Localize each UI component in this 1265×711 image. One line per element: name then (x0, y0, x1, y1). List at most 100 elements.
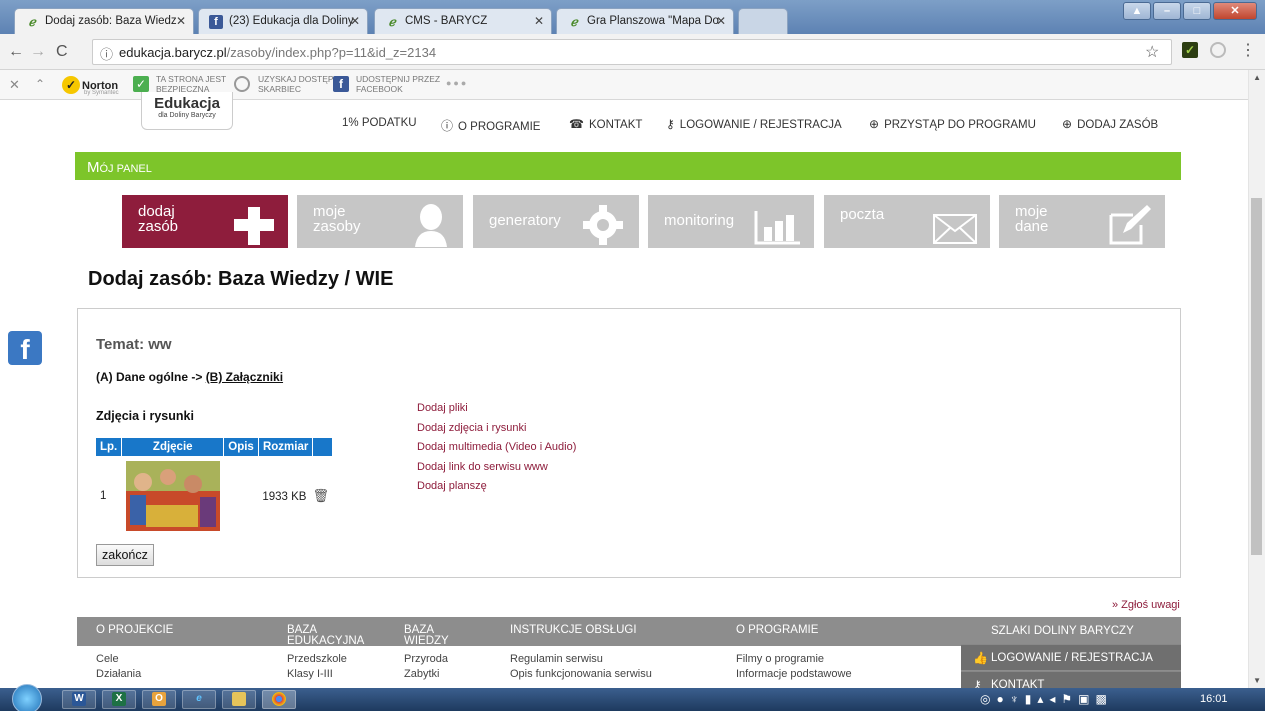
page-scrollbar[interactable]: ▲ ▼ (1248, 70, 1265, 688)
menu-dots-icon[interactable]: ⋮ (1240, 40, 1256, 60)
baryczy-leaf-icon: ℯ (388, 15, 396, 29)
footer-link[interactable]: Regulamin serwisu (510, 653, 603, 665)
nav-1-procent-podatku[interactable]: 1% PODATKU (342, 117, 417, 129)
tab-facebook[interactable]: f (23) Edukacja dla Doliny ✕ (198, 8, 368, 34)
footer-link[interactable]: Przedszkole (287, 653, 347, 665)
clock[interactable]: 16:01 (1200, 693, 1228, 705)
share-facebook[interactable]: UDOSTĘPNIJ PRZEZ FACEBOOK (356, 74, 440, 94)
safe-check-icon: ✓ (133, 76, 149, 92)
facebook-icon[interactable]: f (8, 331, 42, 365)
footer-link[interactable]: Opis funkcjonowania serwisu (510, 668, 652, 680)
close-icon[interactable]: ✕ (534, 14, 544, 28)
back-arrow-icon[interactable]: ← (8, 43, 24, 61)
start-button[interactable] (12, 684, 42, 711)
internet-explorer-icon[interactable]: e (182, 690, 216, 709)
extension-icon[interactable] (1210, 42, 1226, 58)
close-icon[interactable]: ✕ (716, 14, 726, 28)
table-header-row: Lp. Zdjęcie Opis Rozmiar (96, 438, 334, 456)
bar-chart-icon (754, 211, 800, 245)
address-toolbar: ← → C ⓘ edukacja.barycz.pl/zasoby/index.… (0, 34, 1265, 70)
tab-title: (23) Edukacja dla Doliny (229, 15, 354, 27)
facebook-icon: f (209, 15, 223, 29)
tile-monitoring[interactable]: monitoring (648, 195, 814, 248)
tab-gra-planszowa[interactable]: ℯ Gra Planszowa "Mapa Do ✕ (556, 8, 734, 34)
more-dots-icon[interactable]: ●●● (446, 78, 468, 88)
finish-button[interactable]: zakończ (96, 544, 154, 566)
footer-link[interactable]: Informacje podstawowe (736, 668, 852, 680)
report-feedback-link[interactable]: » Zgłoś uwagi (1112, 599, 1180, 611)
tab-dodaj-zasob[interactable]: ℯ Dodaj zasób: Baza Wiedz ✕ (14, 8, 194, 34)
norton-extension-icon[interactable]: ✓ (1182, 42, 1198, 58)
plus-icon (234, 207, 274, 245)
close-icon[interactable]: ✕ (350, 14, 360, 28)
new-tab-button[interactable] (738, 8, 788, 34)
breadcrumb-step-b-link[interactable]: (B) Załączniki (206, 370, 283, 384)
nav-kontakt[interactable]: ☎ KONTAKT (569, 117, 642, 131)
chevron-up-icon[interactable]: ⌃ (35, 77, 45, 91)
maximize-button[interactable]: □ (1183, 2, 1211, 20)
chrome-icon[interactable] (262, 690, 296, 709)
facebook-icon: f (333, 76, 349, 92)
size-cell: 1933 KB 🗑 (258, 456, 333, 536)
column-header: Rozmiar (258, 438, 314, 456)
tile-dodaj-zasob[interactable]: dodaj zasób (122, 195, 288, 248)
url-host: edukacja.barycz.pl (119, 45, 227, 60)
add-www-link[interactable]: Dodaj link do serwisu www (417, 458, 576, 478)
scroll-down-arrow-icon[interactable]: ▼ (1253, 676, 1261, 685)
close-window-button[interactable]: ✕ (1213, 2, 1257, 20)
system-tray-icons[interactable]: ◎●♆▮▴◂⚑▣▩ (980, 692, 1113, 706)
info-icon[interactable]: ⓘ (100, 44, 113, 63)
photo-thumbnail[interactable] (125, 461, 220, 531)
window-controls: ▲ – □ ✕ (1121, 2, 1257, 22)
file-explorer-icon[interactable] (222, 690, 256, 709)
forward-arrow-icon[interactable]: → (30, 43, 46, 61)
tab-cms-barycz[interactable]: ℯ CMS - BARYCZ ✕ (374, 8, 552, 34)
tab-title: Gra Planszowa "Mapa Do (587, 15, 719, 27)
scroll-up-arrow-icon[interactable]: ▲ (1253, 73, 1261, 82)
nav-dodaj-zasob[interactable]: ⊕ DODAJ ZASÓB (1062, 117, 1158, 131)
nav-przystap[interactable]: ⊕ PRZYSTĄP DO PROGRAMU (869, 117, 1036, 131)
footer-link[interactable]: Cele (96, 653, 119, 665)
footer-contact-button[interactable]: ⚷ KONTAKT (961, 671, 1181, 688)
footer-heading: O PROGRAMIE (736, 624, 819, 636)
tile-moje-zasoby[interactable]: moje zasoby (297, 195, 463, 248)
person-icon[interactable]: ▲ (1123, 2, 1151, 20)
footer-heading: BAZA WIEDZY (404, 624, 449, 647)
footer-link[interactable]: Działania (96, 668, 141, 680)
nav-o-programie[interactable]: ⓘ O PROGRAMIE (441, 117, 540, 134)
scroll-thumb[interactable] (1251, 198, 1262, 555)
page-title: Dodaj zasób: Baza Wiedzy / WIE (88, 268, 394, 290)
close-icon[interactable]: ✕ (9, 77, 20, 93)
footer-login-button[interactable]: 👍 LOGOWANIE / REJESTRACJA (961, 644, 1181, 670)
outlook-icon[interactable]: O (142, 690, 176, 709)
add-files-link[interactable]: Dodaj pliki (417, 399, 576, 419)
tile-moje-dane[interactable]: moje dane (999, 195, 1165, 248)
url-path: /zasoby/index.php?p=11&id_z=2134 (226, 45, 437, 60)
vault-access[interactable]: UZYSKAJ DOSTĘP SKARBIEC (258, 74, 334, 94)
bookmark-star-icon[interactable]: ☆ (1145, 42, 1159, 62)
footer-link[interactable]: Filmy o programie (736, 653, 824, 665)
tile-generatory[interactable]: generatory (473, 195, 639, 248)
trash-icon[interactable]: 🗑 (312, 488, 329, 503)
reload-icon[interactable]: C (56, 43, 68, 61)
footer-link[interactable]: Klasy I-III (287, 668, 333, 680)
word-icon[interactable]: W (62, 690, 96, 709)
tile-poczta[interactable]: poczta (824, 195, 990, 248)
add-images-link[interactable]: Dodaj zdjęcia i rysunki (417, 419, 576, 439)
footer-side-panel: SZLAKI DOLINY BARYCZY 👍 LOGOWANIE / REJES… (961, 617, 1181, 688)
close-icon[interactable]: ✕ (176, 14, 186, 28)
footer-link[interactable]: Przyroda (404, 653, 448, 665)
my-panel-bar: MÓJ PANEL (75, 152, 1181, 180)
excel-icon[interactable]: X (102, 690, 136, 709)
site-logo[interactable]: Edukacja dla Doliny Baryczy (141, 92, 233, 130)
footer-side-heading: SZLAKI DOLINY BARYCZY (991, 625, 1134, 637)
nav-logowanie[interactable]: ⚷ LOGOWANIE / REJESTRACJA (666, 117, 842, 131)
photo-cell (122, 456, 224, 536)
footer-link[interactable]: Zabytki (404, 668, 439, 680)
add-links-list: Dodaj pliki Dodaj zdjęcia i rysunki Doda… (417, 399, 576, 497)
url-field[interactable]: ⓘ edukacja.barycz.pl/zasoby/index.php?p=… (92, 39, 1172, 65)
safe-status[interactable]: TA STRONA JEST BEZPIECZNA (156, 74, 226, 94)
add-multimedia-link[interactable]: Dodaj multimedia (Video i Audio) (417, 438, 576, 458)
add-board-link[interactable]: Dodaj planszę (417, 477, 576, 497)
minimize-button[interactable]: – (1153, 2, 1181, 20)
